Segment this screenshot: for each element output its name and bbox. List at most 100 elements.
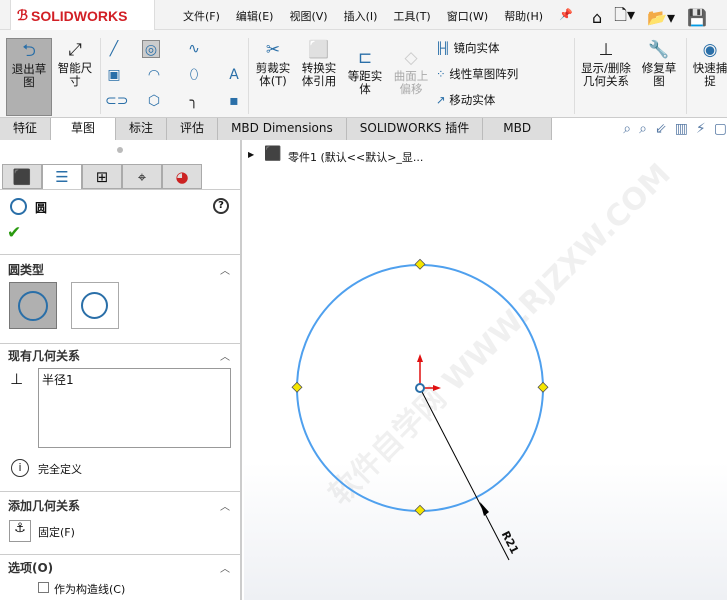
quick-snap-icon: ◉ bbox=[702, 40, 718, 60]
tab-display-manager[interactable]: ◕ bbox=[162, 164, 202, 189]
arc-icon[interactable]: ◠ bbox=[145, 66, 163, 84]
panel-grip[interactable] bbox=[117, 147, 123, 153]
tab-feature-manager[interactable]: ⬛ bbox=[2, 164, 42, 189]
mirror-button[interactable]: ╟╢ 镜向实体 bbox=[436, 42, 500, 55]
menu-file[interactable]: 文件(F) bbox=[183, 8, 220, 24]
menu-tools[interactable]: 工具(T) bbox=[393, 8, 430, 24]
linear-pattern-icon: ⁘ bbox=[436, 67, 450, 81]
center-circle-button[interactable] bbox=[9, 282, 57, 329]
add-relations-heading: 添加几何关系 bbox=[8, 499, 81, 513]
new-document-icon[interactable]: 🗋▾ bbox=[614, 4, 635, 31]
fix-relation-label[interactable]: 固定(F) bbox=[38, 524, 75, 540]
repair-icon: 🔧 bbox=[648, 40, 670, 60]
crosshair-icon: ⌖ bbox=[137, 168, 147, 186]
panel-title: 圆 bbox=[35, 201, 48, 215]
zoom-area-icon[interactable]: ⌕ bbox=[639, 121, 647, 137]
title-bar: ℬ SOLIDWORKS 文件(F) 编辑(E) 视图(V) 插入(I) 工具(T… bbox=[0, 0, 727, 32]
line-icon[interactable]: ╱ bbox=[105, 40, 123, 58]
tab-dimxpert[interactable]: ⌖ bbox=[122, 164, 162, 189]
ellipse-icon[interactable]: ⬯ bbox=[185, 66, 203, 84]
surface-offset-button[interactable]: ◇ 曲面上偏移 bbox=[390, 48, 432, 96]
existing-relations-list[interactable]: 半径1 bbox=[38, 368, 231, 448]
tab-configuration-manager[interactable]: ⊞ bbox=[82, 164, 122, 189]
save-icon[interactable]: 💾 bbox=[687, 8, 707, 27]
config-icon: ⊞ bbox=[95, 168, 109, 186]
ds-logo-icon: ℬ bbox=[17, 7, 29, 23]
tab-features[interactable]: 特征 bbox=[0, 118, 52, 140]
circle-feature-icon bbox=[10, 198, 27, 215]
appearance-icon: ◕ bbox=[175, 168, 189, 186]
relations-icon: ⊥ bbox=[598, 40, 614, 60]
quick-snap-button[interactable]: ◉ 快速捕捉 bbox=[690, 40, 727, 88]
center-point[interactable] bbox=[415, 383, 425, 393]
slot-icon[interactable]: ⊂⊃ bbox=[105, 92, 128, 110]
section-view-icon[interactable]: ▥ bbox=[675, 121, 688, 137]
dimension-arrow bbox=[480, 502, 489, 516]
polygon-icon[interactable]: ⬡ bbox=[145, 92, 163, 110]
exit-sketch-button[interactable]: ⮌ 退出草图 bbox=[6, 38, 52, 116]
help-icon[interactable]: ? bbox=[213, 198, 229, 214]
collapse-icon[interactable]: ︿ bbox=[220, 498, 230, 513]
move-button[interactable]: ↗ 移动实体 bbox=[436, 94, 495, 107]
pin-icon[interactable]: 📌 bbox=[559, 8, 573, 24]
menu-window[interactable]: 窗口(W) bbox=[447, 8, 488, 24]
spline-icon[interactable]: ∿ bbox=[185, 40, 203, 58]
construction-checkbox[interactable] bbox=[38, 582, 49, 593]
trim-icon: ✂ bbox=[265, 40, 281, 60]
tab-addins[interactable]: SOLIDWORKS 插件 bbox=[346, 118, 484, 140]
smart-dimension-button[interactable]: ⤢ 智能尺寸 bbox=[55, 40, 95, 88]
zoom-fit-icon[interactable]: ⌕ bbox=[623, 121, 631, 137]
tab-property-manager[interactable]: ☰ bbox=[42, 164, 82, 189]
origin-y-arrow bbox=[417, 354, 423, 362]
display-relations-button[interactable]: ⊥ 显示/删除几何关系 bbox=[578, 40, 634, 88]
mirror-icon: ╟╢ bbox=[436, 41, 454, 55]
tab-sketch[interactable]: 草图 bbox=[51, 118, 117, 140]
info-icon: i bbox=[11, 459, 29, 477]
menu-edit[interactable]: 编辑(E) bbox=[236, 8, 274, 24]
convert-entities-button[interactable]: ⬜ 转换实体引用 bbox=[298, 40, 340, 88]
linear-pattern-button[interactable]: ⁘ 线性草图阵列 bbox=[436, 68, 518, 81]
offset-button[interactable]: ⊏ 等距实体 bbox=[344, 48, 386, 96]
previous-view-icon[interactable]: ⇙ bbox=[655, 121, 667, 137]
tab-evaluate[interactable]: 评估 bbox=[167, 118, 219, 140]
perimeter-circle-button[interactable] bbox=[71, 282, 119, 329]
fillet-icon[interactable]: ╮ bbox=[185, 92, 203, 110]
collapse-icon[interactable]: ︿ bbox=[220, 262, 230, 277]
menu-bar: 文件(F) 编辑(E) 视图(V) 插入(I) 工具(T) 窗口(W) 帮助(H… bbox=[183, 8, 573, 24]
solidworks-logo[interactable]: ℬ SOLIDWORKS bbox=[10, 0, 155, 32]
part-icon: ⬛ bbox=[12, 168, 32, 186]
exit-sketch-icon: ⮌ bbox=[22, 41, 36, 61]
move-icon: ↗ bbox=[436, 93, 450, 107]
radius-dimension-line bbox=[419, 387, 510, 561]
rectangle-icon[interactable]: ▣ bbox=[105, 66, 123, 84]
menu-insert[interactable]: 插入(I) bbox=[344, 8, 378, 24]
convert-icon: ⬜ bbox=[308, 40, 330, 60]
graphics-area[interactable]: ▶ ⬛ 零件1 (默认<<默认>_显... 软件自学网 WWW.RJZXW.CO… bbox=[244, 140, 727, 600]
view-orientation-icon[interactable]: ▢ bbox=[714, 121, 727, 137]
property-manager: ⬛ ☰ ⊞ ⌖ ◕ 圆 ? ✔ 圆类型 ︿ 现有几何关系 ︿ ⊥ 半径1 i 完… bbox=[0, 140, 242, 600]
collapse-icon[interactable]: ︿ bbox=[220, 560, 230, 575]
center-circle-icon bbox=[18, 291, 48, 321]
ok-checkmark-icon[interactable]: ✔ bbox=[7, 223, 21, 243]
collapse-icon[interactable]: ︿ bbox=[220, 348, 230, 363]
fix-relation-icon[interactable]: ⚓ bbox=[9, 520, 31, 542]
dynamic-annotation-icon[interactable]: ⚡ bbox=[696, 121, 706, 137]
open-icon[interactable]: 📂▾ bbox=[647, 8, 675, 27]
tab-mbd-dimensions[interactable]: MBD Dimensions bbox=[218, 118, 347, 140]
list-item[interactable]: 半径1 bbox=[42, 371, 227, 388]
trim-button[interactable]: ✂ 剪裁实体(T) bbox=[252, 40, 294, 88]
circle-icon[interactable]: ◎ bbox=[142, 40, 160, 58]
origin-x-arrow bbox=[433, 385, 441, 391]
menu-view[interactable]: 视图(V) bbox=[289, 8, 327, 24]
options-heading: 选项(O) bbox=[8, 561, 54, 575]
property-list-icon: ☰ bbox=[55, 168, 69, 186]
construction-label[interactable]: 作为构造线(C) bbox=[54, 581, 125, 597]
home-icon[interactable]: ⌂ bbox=[592, 8, 602, 27]
surface-offset-icon: ◇ bbox=[404, 48, 418, 68]
text-icon[interactable]: A bbox=[225, 66, 243, 84]
tab-markup[interactable]: 标注 bbox=[116, 118, 168, 140]
menu-help[interactable]: 帮助(H) bbox=[504, 8, 543, 24]
point-icon[interactable]: ▪ bbox=[225, 92, 243, 110]
repair-sketch-button[interactable]: 🔧 修复草图 bbox=[638, 40, 680, 88]
tab-mbd[interactable]: MBD bbox=[483, 118, 553, 140]
